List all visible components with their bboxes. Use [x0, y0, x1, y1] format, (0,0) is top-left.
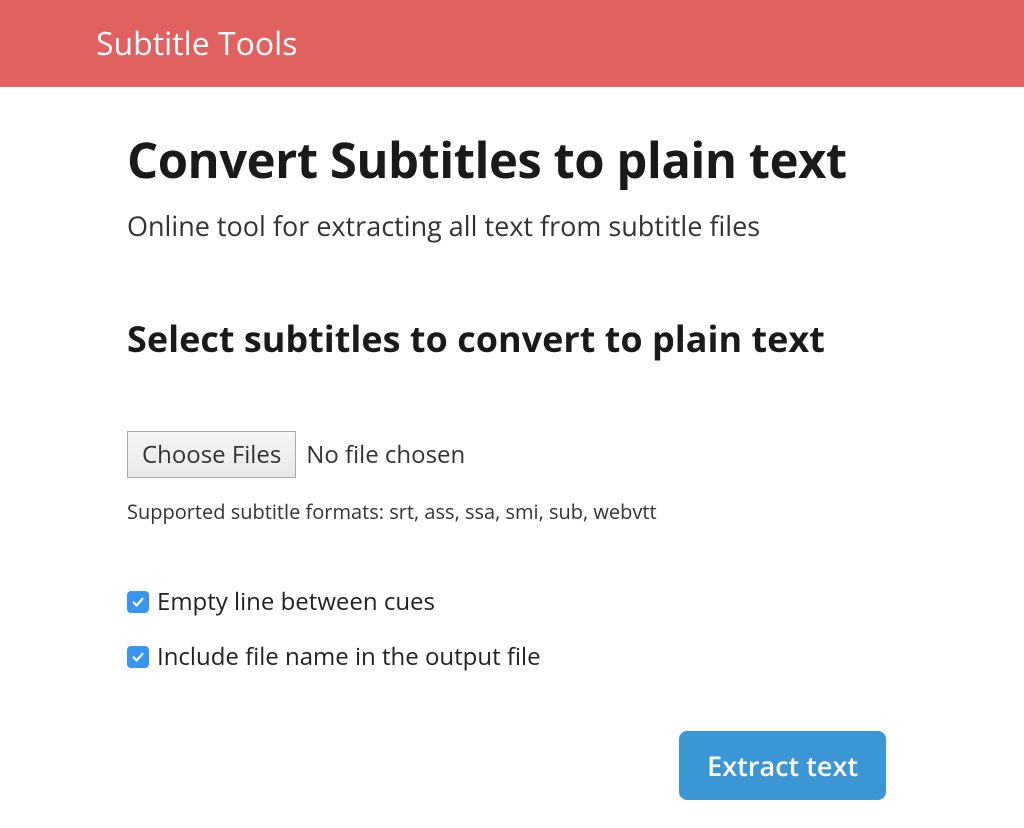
site-header: Subtitle Tools — [0, 0, 1024, 87]
file-status-text: No file chosen — [306, 438, 465, 471]
checkbox-empty-line-label: Empty line between cues — [157, 585, 435, 618]
checkbox-include-filename[interactable] — [127, 646, 149, 668]
file-input-row: Choose Files No file chosen — [127, 431, 928, 478]
checkmark-icon — [131, 650, 145, 664]
checkbox-include-filename-row: Include file name in the output file — [127, 640, 928, 673]
choose-files-button[interactable]: Choose Files — [127, 431, 296, 478]
submit-row: Extract text — [127, 731, 928, 800]
section-title: Select subtitles to convert to plain tex… — [127, 314, 928, 363]
page-title: Convert Subtitles to plain text — [127, 127, 928, 193]
main-content: Convert Subtitles to plain text Online t… — [0, 87, 1024, 800]
checkmark-icon — [131, 595, 145, 609]
page-subtitle: Online tool for extracting all text from… — [127, 207, 928, 244]
supported-formats-text: Supported subtitle formats: srt, ass, ss… — [127, 498, 928, 525]
checkbox-include-filename-label: Include file name in the output file — [157, 640, 541, 673]
checkbox-empty-line-row: Empty line between cues — [127, 585, 928, 618]
checkbox-empty-line[interactable] — [127, 591, 149, 613]
extract-text-button[interactable]: Extract text — [679, 731, 886, 800]
site-title[interactable]: Subtitle Tools — [96, 22, 297, 65]
